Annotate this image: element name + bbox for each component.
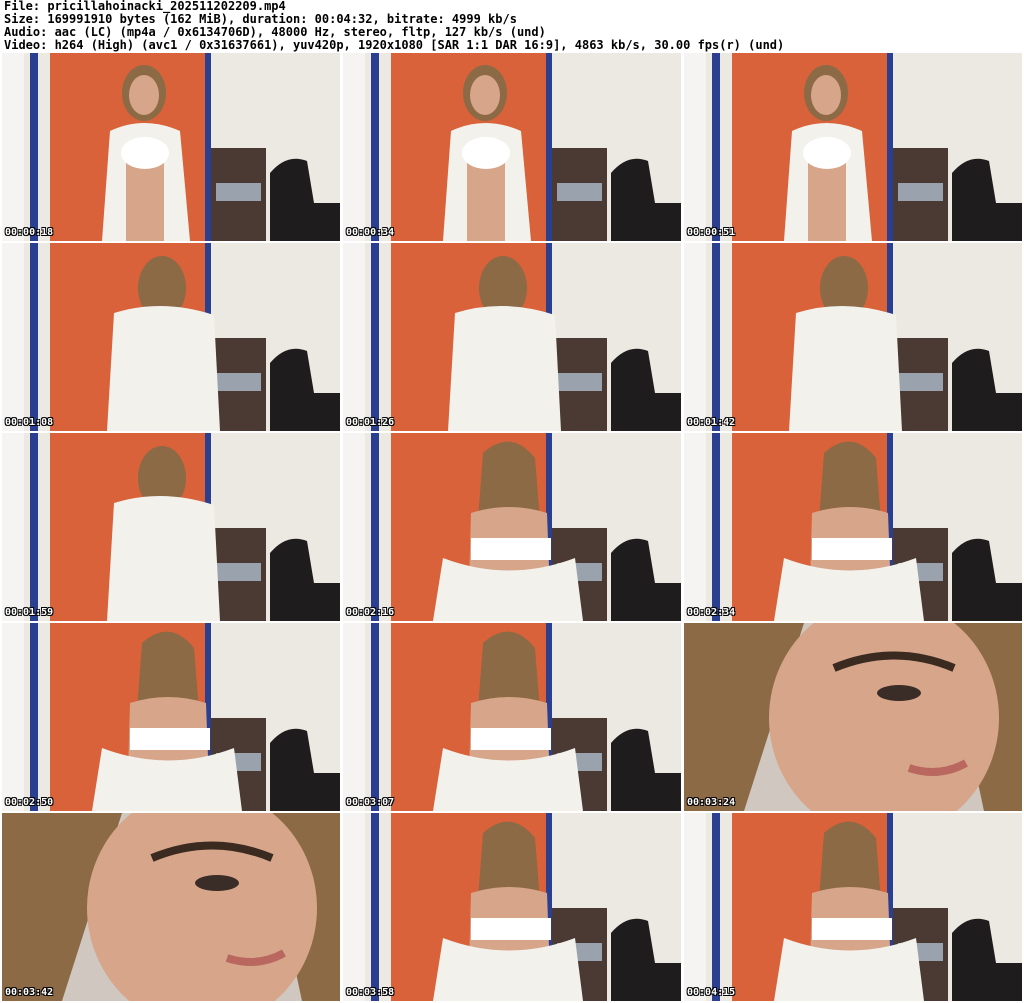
thumbnail-frame-image (343, 243, 681, 431)
thumbnail-frame-image (343, 53, 681, 241)
video-thumbnail: 00:01:08 (2, 243, 340, 431)
video-thumbnail: 00:03:58 (343, 813, 681, 1001)
video-thumbnail: 00:02:16 (343, 433, 681, 621)
thumbnail-timestamp: 00:01:26 (346, 417, 395, 428)
video-thumbnail: 00:02:50 (2, 623, 340, 811)
thumbnail-frame-image (343, 813, 681, 1001)
video-thumbnail: 00:03:42 (2, 813, 340, 1001)
thumbnail-timestamp: 00:02:34 (687, 607, 736, 618)
thumbnail-timestamp: 00:00:18 (5, 227, 54, 238)
thumbnail-frame-image (2, 53, 340, 241)
thumbnail-timestamp: 00:02:50 (5, 797, 54, 808)
thumbnail-frame-image (684, 53, 1022, 241)
thumbnail-timestamp: 00:01:08 (5, 417, 54, 428)
video-thumbnail: 00:01:42 (684, 243, 1022, 431)
video-thumbnail: 00:01:59 (2, 433, 340, 621)
thumbnail-timestamp: 00:01:59 (5, 607, 54, 618)
thumbnail-frame-image (343, 433, 681, 621)
thumbnail-timestamp: 00:00:34 (346, 227, 395, 238)
video-thumbnail: 00:01:26 (343, 243, 681, 431)
thumbnail-frame-image (684, 243, 1022, 431)
thumbnail-frame-image (2, 623, 340, 811)
thumbnail-frame-image (2, 813, 340, 1001)
video-thumbnail: 00:03:24 (684, 623, 1022, 811)
thumbnail-timestamp: 00:03:24 (687, 797, 736, 808)
thumbnail-timestamp: 00:03:58 (346, 987, 395, 998)
thumbnail-timestamp: 00:03:42 (5, 987, 54, 998)
thumbnail-frame-image (2, 433, 340, 621)
thumbnail-grid: 00:00:18 00:00:34 00:00:51 00:01:08 00:01:26… (2, 53, 1022, 1003)
video-thumbnail: 00:00:51 (684, 53, 1022, 241)
thumbnail-frame-image (684, 623, 1022, 811)
thumbnail-timestamp: 00:04:15 (687, 987, 736, 998)
video-thumbnail: 00:02:34 (684, 433, 1022, 621)
video-thumbnail: 00:03:07 (343, 623, 681, 811)
thumbnail-frame-image (343, 623, 681, 811)
thumbnail-timestamp: 00:02:16 (346, 607, 395, 618)
thumbnail-timestamp: 00:01:42 (687, 417, 736, 428)
video-info-line: Video: h264 (High) (avc1 / 0x31637661), … (4, 38, 785, 52)
video-thumbnail: 00:04:15 (684, 813, 1022, 1001)
thumbnail-timestamp: 00:03:07 (346, 797, 395, 808)
thumbnail-frame-image (684, 813, 1022, 1001)
file-info-header: File: pricillahoinacki_202511202209.mp4 … (4, 0, 1020, 52)
video-thumbnail: 00:00:18 (2, 53, 340, 241)
thumbnail-timestamp: 00:00:51 (687, 227, 736, 238)
video-thumbnail: 00:00:34 (343, 53, 681, 241)
thumbnail-frame-image (684, 433, 1022, 621)
thumbnail-frame-image (2, 243, 340, 431)
